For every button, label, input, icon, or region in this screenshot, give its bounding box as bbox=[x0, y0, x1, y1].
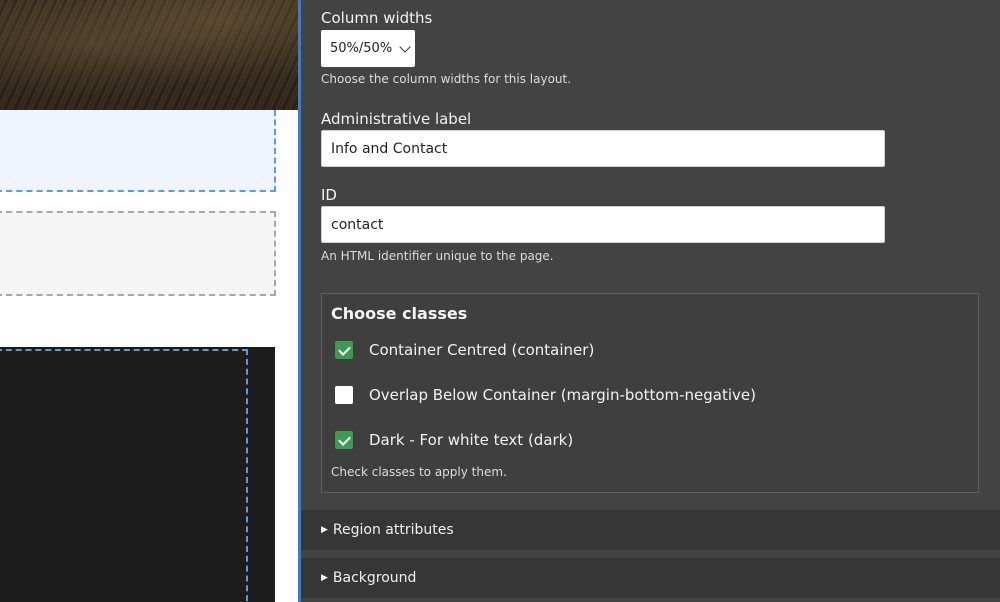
region-attributes-label: Region attributes bbox=[332, 522, 454, 538]
selected-region[interactable] bbox=[0, 110, 276, 192]
hero-image bbox=[0, 0, 298, 110]
class-option-label: Container Centred (container) bbox=[369, 341, 595, 359]
class-option-label: Dark - For white text (dark) bbox=[369, 431, 574, 449]
class-option-margin-bottom-negative[interactable]: Overlap Below Container (margin-bottom-n… bbox=[335, 385, 756, 405]
dark-section[interactable] bbox=[0, 347, 275, 602]
triangle-right-icon: ▶ bbox=[321, 573, 328, 583]
empty-region[interactable] bbox=[0, 211, 276, 296]
admin-label-input[interactable] bbox=[321, 130, 885, 167]
id-help: An HTML identifier unique to the page. bbox=[321, 249, 554, 263]
triangle-right-icon: ▶ bbox=[321, 525, 328, 535]
dark-section-region[interactable] bbox=[0, 349, 248, 602]
column-widths-value: 50%/50% bbox=[330, 41, 393, 56]
column-widths-select[interactable]: 50%/50% bbox=[321, 30, 415, 67]
settings-panel: Column widths 50%/50% Choose the column … bbox=[298, 0, 1000, 602]
background-label: Background bbox=[332, 570, 417, 586]
choose-classes-title: Choose classes bbox=[331, 304, 468, 323]
class-option-container[interactable]: Container Centred (container) bbox=[335, 340, 594, 360]
classes-help: Check classes to apply them. bbox=[331, 465, 507, 479]
id-label: ID bbox=[321, 186, 337, 204]
column-widths-label: Column widths bbox=[321, 9, 433, 27]
column-widths-help: Choose the column widths for this layout… bbox=[321, 72, 572, 86]
checkbox-empty-icon[interactable] bbox=[335, 386, 353, 404]
class-option-label: Overlap Below Container (margin-bottom-n… bbox=[369, 386, 756, 404]
background-toggle[interactable]: ▶ Background bbox=[301, 558, 1000, 598]
checkbox-checked-icon[interactable] bbox=[335, 341, 353, 359]
class-option-dark[interactable]: Dark - For white text (dark) bbox=[335, 430, 573, 450]
admin-label: Administrative label bbox=[321, 110, 472, 128]
choose-classes-fieldset: Choose classes Container Centred (contai… bbox=[321, 293, 979, 493]
id-input[interactable] bbox=[321, 206, 885, 243]
layout-preview bbox=[0, 0, 298, 602]
chevron-down-icon bbox=[399, 41, 411, 53]
region-attributes-toggle[interactable]: ▶ Region attributes bbox=[301, 510, 1000, 550]
checkbox-checked-icon[interactable] bbox=[335, 431, 353, 449]
